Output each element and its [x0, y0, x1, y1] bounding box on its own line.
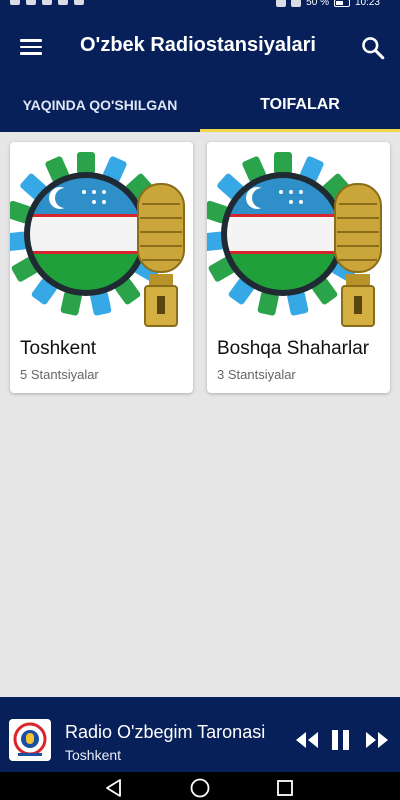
signal-icon	[26, 0, 36, 5]
recents-icon[interactable]	[274, 777, 296, 799]
status-bar: 50 % 10:23	[0, 0, 400, 14]
app-title: O'zbek Radiostansiyalari	[80, 34, 316, 56]
back-icon[interactable]	[103, 777, 125, 799]
category-station-count: 5 Stantsiyalar	[20, 367, 99, 382]
wifi-icon	[42, 0, 52, 5]
rewind-icon[interactable]	[294, 730, 320, 750]
station-logo[interactable]	[9, 719, 51, 761]
category-title: Toshkent	[20, 338, 97, 359]
category-station-count: 3 Stantsiyalar	[217, 367, 296, 382]
eye-comfort-icon	[291, 0, 302, 7]
category-card-boshqa-shaharlar[interactable]: Boshqa Shaharlar 3 Stantsiyalar	[207, 142, 390, 393]
hamburger-menu-icon[interactable]	[20, 39, 42, 55]
notification-icon	[74, 0, 84, 5]
status-icons-left	[10, 0, 84, 5]
fast-forward-icon[interactable]	[364, 730, 390, 750]
clock: 10:23	[354, 0, 380, 8]
pause-icon[interactable]	[329, 729, 353, 751]
tab-bar: YAQINDA QO'SHILGAN TOIFALAR	[0, 88, 400, 132]
uzbek-flag-microphone-icon	[207, 152, 382, 327]
category-title: Boshqa Shaharlar	[217, 338, 370, 359]
mini-player[interactable]: Radio O'zbegim Taronasi Toshkent	[0, 697, 400, 772]
tab-recently-added[interactable]: YAQINDA QO'SHILGAN	[0, 88, 200, 132]
now-playing-station: Radio O'zbegim Taronasi	[65, 722, 266, 742]
uzbek-flag-microphone-icon	[10, 152, 185, 327]
battery-percent: 50 %	[306, 0, 329, 8]
search-icon[interactable]	[360, 35, 386, 61]
status-icons-right: 50 % 10:23	[276, 0, 380, 8]
battery-icon	[333, 0, 350, 7]
category-grid: Toshkent 5 Stantsiyalar Boshqa Shaharlar…	[10, 142, 390, 393]
now-playing-city: Toshkent	[65, 747, 122, 763]
notification-icon	[58, 0, 68, 5]
sim-icon	[10, 0, 20, 5]
category-card-toshkent[interactable]: Toshkent 5 Stantsiyalar	[10, 142, 193, 393]
nfc-icon	[276, 0, 287, 7]
app-bar: O'zbek Radiostansiyalari YAQINDA QO'SHIL…	[0, 14, 400, 132]
home-icon[interactable]	[189, 777, 211, 799]
tab-categories[interactable]: TOIFALAR	[200, 88, 400, 132]
system-nav-bar	[0, 772, 400, 800]
